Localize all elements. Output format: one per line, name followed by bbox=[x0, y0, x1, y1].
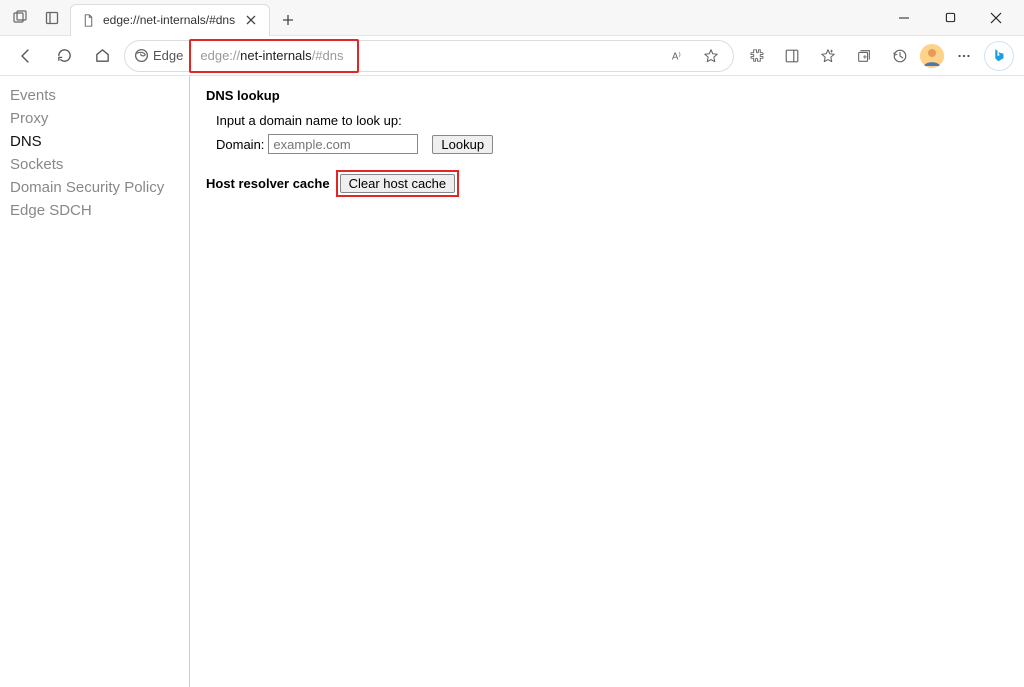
maximize-button[interactable] bbox=[928, 2, 972, 34]
page-heading: DNS lookup bbox=[206, 88, 1008, 103]
favorites-icon[interactable] bbox=[812, 40, 844, 72]
lookup-button[interactable]: Lookup bbox=[432, 135, 493, 154]
domain-row: Domain: Lookup bbox=[216, 134, 1008, 154]
page-icon bbox=[81, 13, 95, 27]
sidebar-item-events[interactable]: Events bbox=[8, 84, 181, 107]
clear-host-cache-button[interactable]: Clear host cache bbox=[340, 174, 456, 193]
toolbar-right-icons bbox=[740, 40, 1014, 72]
vertical-tabs-icon[interactable] bbox=[38, 4, 66, 32]
history-icon[interactable] bbox=[884, 40, 916, 72]
sidebar: Events Proxy DNS Sockets Domain Security… bbox=[0, 76, 190, 687]
sidebar-item-proxy[interactable]: Proxy bbox=[8, 107, 181, 130]
titlebar: edge://net-internals/#dns bbox=[0, 0, 1024, 36]
minimize-button[interactable] bbox=[882, 2, 926, 34]
profile-avatar[interactable] bbox=[920, 44, 944, 68]
content-area: Events Proxy DNS Sockets Domain Security… bbox=[0, 76, 1024, 687]
main-panel: DNS lookup Input a domain name to look u… bbox=[190, 76, 1024, 687]
edge-icon bbox=[133, 48, 149, 64]
site-identity-label: Edge bbox=[153, 48, 183, 63]
instruction-text: Input a domain name to look up: bbox=[216, 113, 402, 128]
sidebar-item-domain-security[interactable]: Domain Security Policy bbox=[8, 176, 181, 199]
domain-input[interactable] bbox=[268, 134, 418, 154]
site-identity[interactable]: Edge bbox=[133, 48, 190, 64]
toolbar: Edge edge://net-internals/#dns A⁾ bbox=[0, 36, 1024, 76]
url-text: edge://net-internals/#dns bbox=[200, 48, 343, 63]
sidebar-item-dns[interactable]: DNS bbox=[8, 130, 181, 153]
refresh-button[interactable] bbox=[48, 40, 80, 72]
annotation-highlight-clear: Clear host cache bbox=[336, 170, 460, 197]
back-button[interactable] bbox=[10, 40, 42, 72]
close-window-button[interactable] bbox=[974, 2, 1018, 34]
extensions-icon[interactable] bbox=[740, 40, 772, 72]
home-button[interactable] bbox=[86, 40, 118, 72]
svg-text:A⁾: A⁾ bbox=[672, 51, 681, 62]
sidebar-panel-icon[interactable] bbox=[776, 40, 808, 72]
domain-label: Domain: bbox=[216, 137, 264, 152]
collections-icon[interactable] bbox=[848, 40, 880, 72]
address-bar[interactable]: Edge edge://net-internals/#dns A⁾ bbox=[124, 40, 734, 72]
favorite-star-icon[interactable] bbox=[697, 42, 725, 70]
window-controls bbox=[882, 2, 1018, 34]
sidebar-item-sockets[interactable]: Sockets bbox=[8, 153, 181, 176]
tab-title: edge://net-internals/#dns bbox=[103, 13, 235, 27]
tab-actions-icon[interactable] bbox=[6, 4, 34, 32]
read-aloud-icon[interactable]: A⁾ bbox=[665, 42, 693, 70]
browser-tab[interactable]: edge://net-internals/#dns bbox=[70, 4, 270, 36]
cache-label: Host resolver cache bbox=[206, 176, 330, 191]
instruction-row: Input a domain name to look up: bbox=[216, 113, 1008, 128]
bing-chat-icon[interactable] bbox=[984, 41, 1014, 71]
sidebar-item-edge-sdch[interactable]: Edge SDCH bbox=[8, 199, 181, 222]
more-menu-icon[interactable] bbox=[948, 40, 980, 72]
new-tab-button[interactable] bbox=[274, 6, 302, 34]
cache-row: Host resolver cache Clear host cache bbox=[206, 170, 1008, 197]
close-tab-icon[interactable] bbox=[243, 12, 259, 28]
